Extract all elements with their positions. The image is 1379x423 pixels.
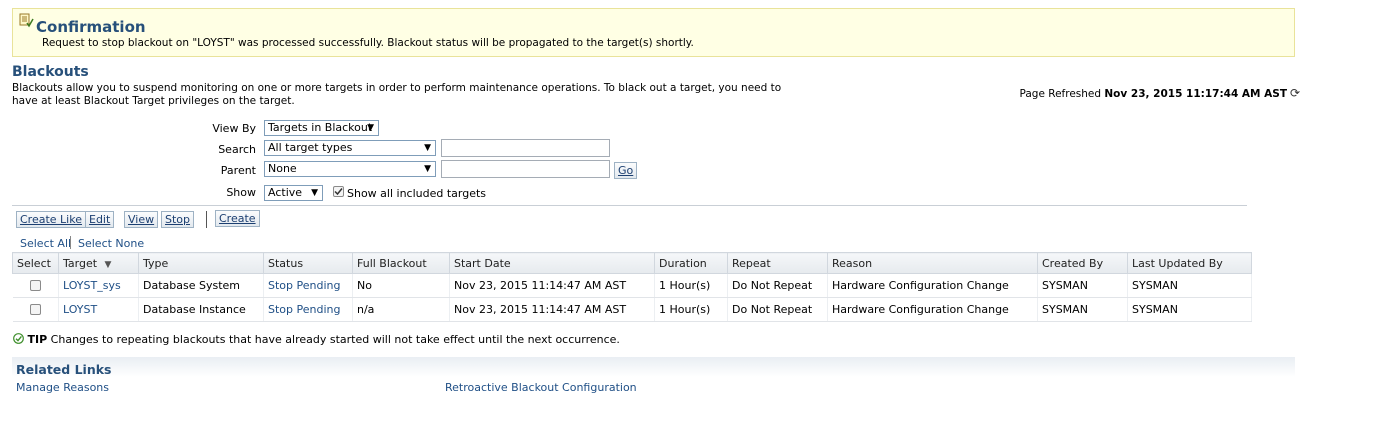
column-header-repeat[interactable]: Repeat	[727, 252, 828, 274]
column-header-status[interactable]: Status	[263, 252, 353, 274]
chevron-down-icon: ▼	[424, 164, 431, 174]
page-description: Blackouts allow you to suspend monitorin…	[12, 82, 782, 107]
divider	[12, 205, 1247, 206]
target-link[interactable]: LOYST	[63, 303, 97, 316]
start-date-cell: Nov 23, 2015 11:14:47 AM AST	[449, 273, 655, 298]
chevron-down-icon: ▼	[424, 143, 431, 153]
retroactive-blackout-configuration-link[interactable]: Retroactive Blackout Configuration	[445, 381, 637, 394]
select-all-link[interactable]: Select All	[20, 237, 71, 250]
page-title: Blackouts	[12, 64, 89, 80]
last-updated-by-cell: SYSMAN	[1127, 297, 1252, 322]
stop-button[interactable]: Stop	[161, 211, 195, 228]
start-date-cell: Nov 23, 2015 11:14:47 AM AST	[449, 297, 655, 322]
show-value: Active	[268, 186, 303, 199]
search-target-type-value: All target types	[268, 141, 353, 154]
toolbar-separator	[206, 211, 207, 228]
chevron-down-icon: ▼	[367, 123, 374, 133]
show-all-included-checkbox[interactable]	[333, 186, 344, 197]
last-updated-by-cell: SYSMAN	[1127, 273, 1252, 298]
create-like-button[interactable]: Create Like	[16, 211, 86, 228]
go-button[interactable]: Go	[614, 162, 638, 179]
chevron-down-icon: ▼	[311, 188, 318, 198]
column-header-select: Select	[12, 252, 59, 274]
reason-cell: Hardware Configuration Change	[827, 297, 1038, 322]
duration-cell: 1 Hour(s)	[654, 273, 728, 298]
view-button[interactable]: View	[124, 211, 159, 228]
page-refreshed-label: Page Refreshed	[1019, 88, 1102, 100]
show-all-included-label: Show all included targets	[347, 187, 487, 200]
sort-descending-icon: ▼	[104, 259, 112, 270]
row-select-checkbox[interactable]	[29, 279, 41, 291]
confirmation-box: Confirmation Request to stop blackout on…	[12, 8, 1295, 57]
repeat-cell: Do Not Repeat	[727, 273, 828, 298]
create-button[interactable]: Create	[215, 210, 260, 227]
column-header-type[interactable]: Type	[138, 252, 264, 274]
type-cell: Database System	[138, 273, 264, 298]
view-by-select[interactable]: Targets in Blackout ▼	[264, 120, 379, 136]
show-label: Show	[226, 186, 256, 199]
status-link[interactable]: Stop Pending	[268, 303, 340, 316]
column-header-full-blackout[interactable]: Full Blackout	[352, 252, 450, 274]
confirmation-icon	[19, 13, 34, 28]
table-row: LOYST_sys Database System Stop Pending N…	[12, 273, 1252, 298]
column-header-created-by[interactable]: Created By	[1037, 252, 1128, 274]
target-link[interactable]: LOYST_sys	[63, 279, 121, 292]
view-by-label: View By	[212, 122, 256, 135]
edit-button[interactable]: Edit	[85, 211, 115, 228]
reason-cell: Hardware Configuration Change	[827, 273, 1038, 298]
parent-label: Parent	[220, 164, 256, 177]
related-links-bar	[12, 357, 1295, 377]
created-by-cell: SYSMAN	[1037, 273, 1128, 298]
duration-cell: 1 Hour(s)	[654, 297, 728, 322]
select-none-link[interactable]: Select None	[78, 237, 144, 250]
search-input[interactable]	[441, 139, 610, 157]
manage-reasons-link[interactable]: Manage Reasons	[16, 381, 109, 394]
column-header-duration[interactable]: Duration	[654, 252, 728, 274]
selection-separator	[70, 236, 71, 249]
row-select-cell	[12, 297, 59, 322]
refresh-icon[interactable]: ⟳	[1290, 86, 1300, 100]
confirmation-title: Confirmation	[36, 18, 146, 36]
column-header-start-date[interactable]: Start Date	[449, 252, 655, 274]
column-header-target-label: Target	[63, 256, 98, 270]
confirmation-message: Request to stop blackout on "LOYST" was …	[42, 37, 694, 49]
column-header-reason[interactable]: Reason	[827, 252, 1038, 274]
related-links-title: Related Links	[16, 362, 112, 377]
full-blackout-cell: n/a	[352, 297, 450, 322]
search-label: Search	[218, 143, 256, 156]
column-header-target[interactable]: Target ▼	[58, 252, 139, 274]
created-by-cell: SYSMAN	[1037, 297, 1128, 322]
tip: TIP Changes to repeating blackouts that …	[13, 333, 620, 346]
row-select-checkbox[interactable]	[29, 303, 41, 315]
tip-check-icon	[13, 333, 24, 344]
view-by-value: Targets in Blackout	[268, 121, 373, 134]
page-refreshed-time: Nov 23, 2015 11:17:44 AM AST	[1104, 88, 1287, 100]
table-row: LOYST Database Instance Stop Pending n/a…	[12, 297, 1252, 322]
show-select[interactable]: Active ▼	[264, 185, 323, 201]
column-header-last-updated-by[interactable]: Last Updated By	[1127, 252, 1252, 274]
repeat-cell: Do Not Repeat	[727, 297, 828, 322]
blackouts-table: Select Target ▼ Type Status Full Blackou…	[12, 252, 1252, 322]
row-select-cell	[12, 273, 59, 298]
parent-select[interactable]: None ▼	[264, 161, 436, 177]
search-target-type-select[interactable]: All target types ▼	[264, 140, 436, 156]
tip-label: TIP	[27, 333, 48, 346]
type-cell: Database Instance	[138, 297, 264, 322]
parent-input[interactable]	[441, 160, 610, 178]
parent-value: None	[268, 162, 297, 175]
status-link[interactable]: Stop Pending	[268, 279, 340, 292]
table-header-row: Select Target ▼ Type Status Full Blackou…	[12, 252, 1252, 274]
checkmark-icon	[334, 188, 343, 196]
full-blackout-cell: No	[352, 273, 450, 298]
tip-text: Changes to repeating blackouts that have…	[50, 333, 620, 346]
page-refreshed: Page Refreshed Nov 23, 2015 11:17:44 AM …	[1020, 88, 1288, 100]
